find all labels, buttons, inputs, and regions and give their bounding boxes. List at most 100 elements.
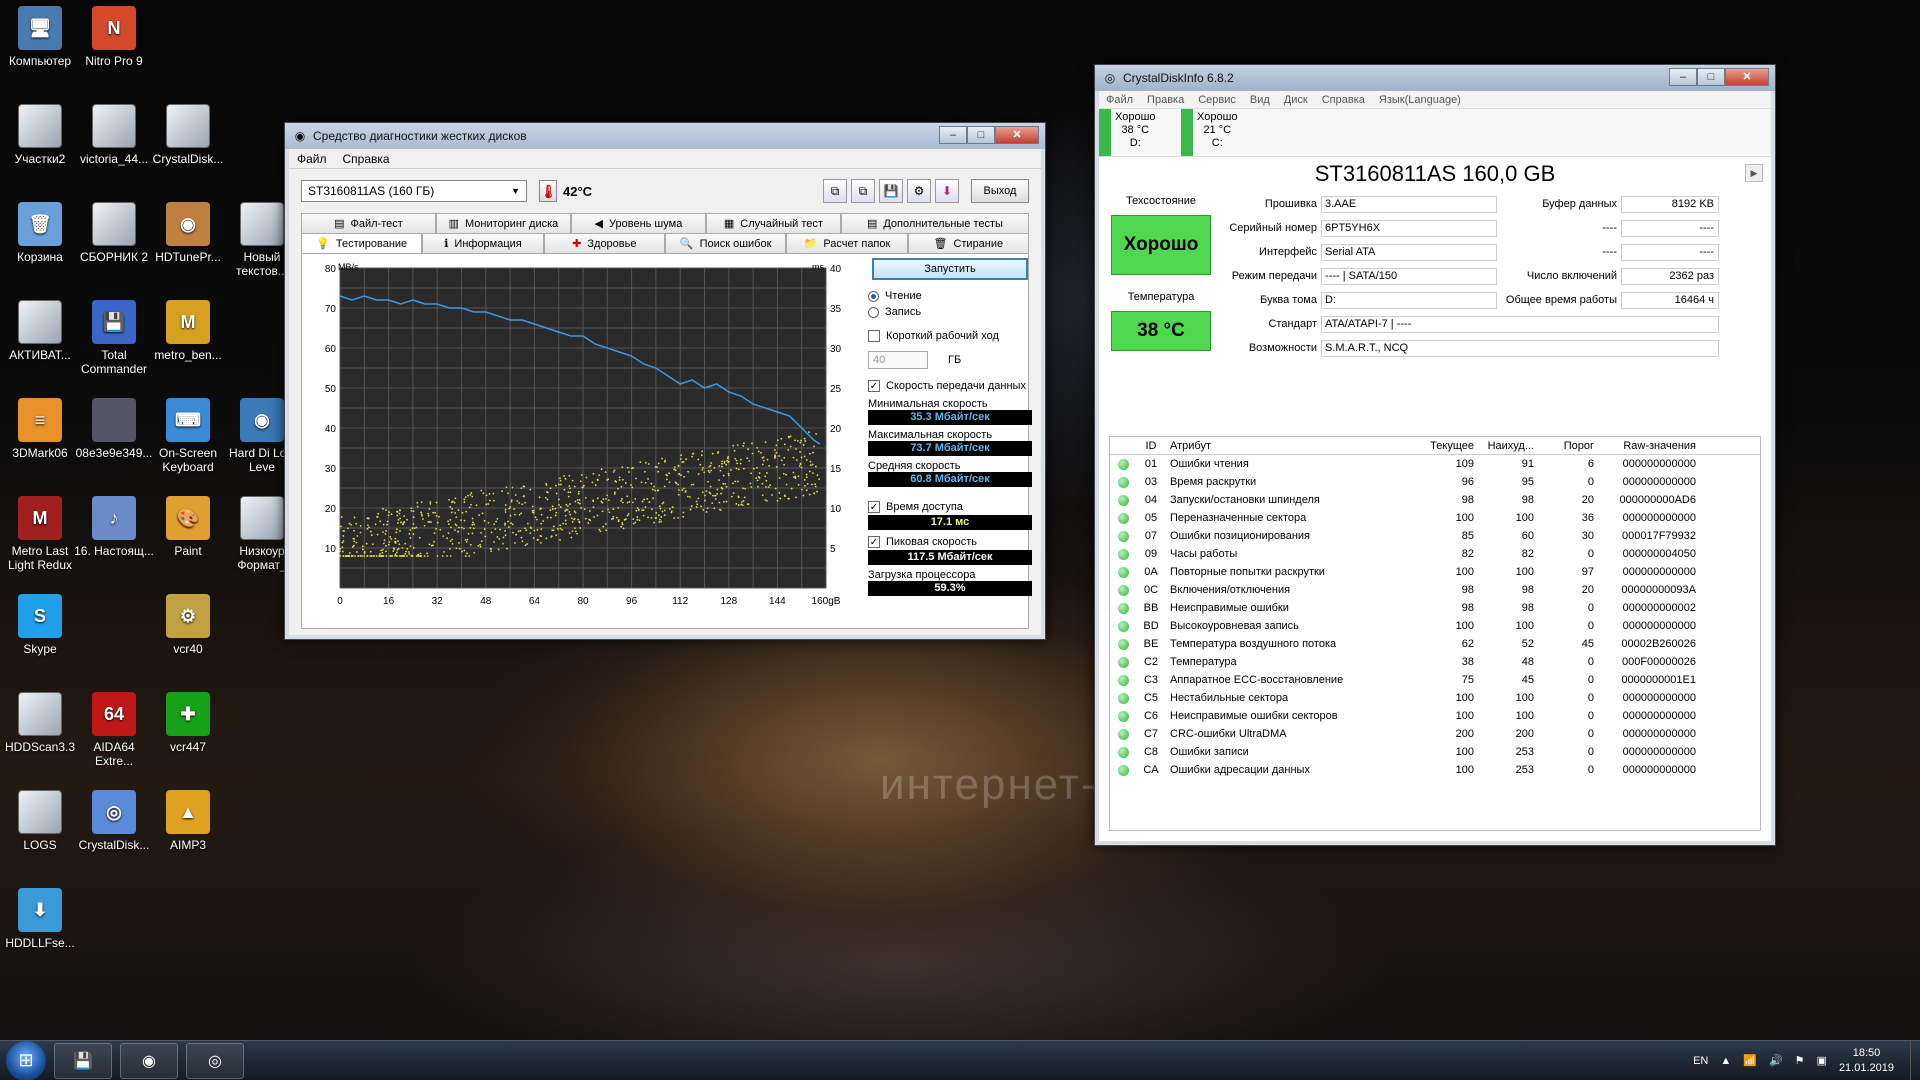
- desktop-icon[interactable]: 💾 Total Commander: [74, 300, 154, 376]
- column-header-threshold[interactable]: Порог: [1534, 440, 1594, 452]
- access-time-checkbox[interactable]: ✓: [868, 501, 880, 513]
- action-center-icon[interactable]: ⚑: [1795, 1054, 1805, 1067]
- short-stroke-checkbox[interactable]: [868, 330, 880, 342]
- table-row[interactable]: C3 Аппаратное ECC-восстановление 75 45 0 0000…: [1110, 671, 1760, 689]
- table-row[interactable]: CA Ошибки адресации данных 100 253 0 00000000…: [1110, 761, 1760, 779]
- table-row[interactable]: C6 Неисправимые ошибки секторов 100 100 0 000…: [1110, 707, 1760, 725]
- menu-file[interactable]: Файл: [289, 152, 335, 166]
- tab-extra-tests[interactable]: ▤ Дополнительные тесты: [840, 213, 1030, 233]
- drive-c[interactable]: Хорошо 21 °C C:: [1181, 109, 1263, 156]
- desktop-icon[interactable]: ♪ 16. Настоящ...: [74, 496, 154, 558]
- menu-language[interactable]: Язык(Language): [1372, 94, 1468, 106]
- exit-button[interactable]: Выход: [971, 179, 1029, 203]
- copy-info-icon[interactable]: ⧉: [823, 179, 847, 203]
- column-header-worst[interactable]: Наихуд...: [1474, 440, 1534, 452]
- tab-info[interactable]: ℹ Информация: [422, 233, 544, 253]
- health-status-button[interactable]: Хорошо: [1111, 215, 1211, 275]
- desktop-icon[interactable]: 🖥 Компьютер: [0, 6, 80, 68]
- table-row[interactable]: 04 Запуски/остановки шпинделя 98 98 20 000000…: [1110, 491, 1760, 509]
- taskbar-hdtune[interactable]: ◉: [120, 1042, 178, 1079]
- column-header-raw[interactable]: Raw-значения: [1594, 440, 1700, 452]
- desktop-icon[interactable]: ◎ CrystalDisk...: [74, 790, 154, 852]
- maximize-button[interactable]: □: [967, 126, 995, 144]
- tab-file-test[interactable]: ▤ Файл-тест: [301, 213, 436, 233]
- desktop-icon[interactable]: АКТИВАТ...: [0, 300, 80, 362]
- show-desktop-button[interactable]: [1910, 1040, 1920, 1080]
- menu-help[interactable]: Справка: [335, 152, 398, 166]
- tab-noise-level[interactable]: ◀ Уровень шума: [570, 213, 706, 233]
- desktop-icon[interactable]: 🗑 Корзина: [0, 202, 80, 264]
- desktop-icon[interactable]: ▲ AIMP3: [148, 790, 228, 852]
- menu-disk[interactable]: Диск: [1277, 94, 1315, 106]
- burst-rate-option[interactable]: ✓ Пиковая скорость: [868, 534, 1038, 550]
- tab-error-scan[interactable]: 🔍 Поиск ошибок: [664, 233, 787, 253]
- desktop-icon[interactable]: victoria_44...: [74, 104, 154, 166]
- menu-help[interactable]: Справка: [1315, 94, 1372, 106]
- close-button[interactable]: ✕: [995, 126, 1039, 144]
- table-row[interactable]: 0A Повторные попытки раскрутки 100 100 97 000…: [1110, 563, 1760, 581]
- desktop-icon[interactable]: ◉ HDTunePr...: [148, 202, 228, 264]
- desktop-icon[interactable]: HDDScan3.3: [0, 692, 80, 754]
- network-icon[interactable]: 📶: [1743, 1054, 1757, 1067]
- next-disk-icon[interactable]: ▶: [1745, 164, 1763, 182]
- table-row[interactable]: C8 Ошибки записи 100 253 0 000000000000: [1110, 743, 1760, 761]
- desktop-icon[interactable]: ⚙ vcr40: [148, 594, 228, 656]
- download-icon[interactable]: ⬇: [935, 179, 959, 203]
- table-row[interactable]: 03 Время раскрутки 96 95 0 000000000000: [1110, 473, 1760, 491]
- maximize-button[interactable]: □: [1697, 68, 1725, 86]
- language-indicator[interactable]: EN: [1693, 1055, 1708, 1067]
- tray-app-icon[interactable]: ▣: [1817, 1054, 1827, 1067]
- desktop-icon[interactable]: 🎨 Paint: [148, 496, 228, 558]
- tab-benchmark[interactable]: 💡 Тестирование: [301, 233, 423, 253]
- menu-service[interactable]: Сервис: [1191, 94, 1243, 106]
- start-button[interactable]: Запустить: [872, 258, 1028, 280]
- desktop-icon[interactable]: Mmetro_ben...: [148, 300, 228, 362]
- short-stroke-input[interactable]: 40: [868, 351, 928, 369]
- table-row[interactable]: 09 Часы работы 82 82 0 000000004050: [1110, 545, 1760, 563]
- desktop-icon[interactable]: СБОРНИК 2: [74, 202, 154, 264]
- taskbar-crystaldiskinfo[interactable]: ◎: [186, 1042, 244, 1079]
- options-icon[interactable]: ⚙: [907, 179, 931, 203]
- table-row[interactable]: C7 CRC-ошибки UltraDMA 200 200 0 000000000000: [1110, 725, 1760, 743]
- hdtune-titlebar[interactable]: ◉ Средство диагностики жестких дисков – …: [285, 123, 1045, 149]
- save-icon[interactable]: 💾: [879, 179, 903, 203]
- start-button[interactable]: ⊞: [6, 1040, 46, 1080]
- write-option[interactable]: Запись: [868, 304, 1038, 320]
- drive-d[interactable]: Хорошо 38 °C D:: [1099, 109, 1181, 156]
- desktop-icon[interactable]: Участки2: [0, 104, 80, 166]
- tab-disk-monitor[interactable]: ▥ Мониторинг диска: [435, 213, 571, 233]
- copy-screenshot-icon[interactable]: ⧉: [851, 179, 875, 203]
- volume-icon[interactable]: 🔊: [1769, 1054, 1783, 1067]
- tab-health[interactable]: ✚ Здоровье: [543, 233, 665, 253]
- desktop-icon[interactable]: 64 AIDA64 Extre...: [74, 692, 154, 768]
- clock[interactable]: 18:50 21.01.2019: [1839, 1046, 1894, 1076]
- taskbar-total-commander[interactable]: 💾: [54, 1042, 112, 1079]
- transfer-rate-option[interactable]: ✓ Скорость передачи данных: [868, 378, 1038, 394]
- burst-rate-checkbox[interactable]: ✓: [868, 536, 880, 548]
- table-row[interactable]: 07 Ошибки позиционирования 85 60 30 000017F79…: [1110, 527, 1760, 545]
- minimize-button[interactable]: –: [939, 126, 967, 144]
- cdi-titlebar[interactable]: ◎ CrystalDiskInfo 6.8.2 – □ ✕: [1095, 65, 1775, 91]
- read-option[interactable]: Чтение: [868, 288, 1038, 304]
- table-row[interactable]: 0C Включения/отключения 98 98 20 00000000093A: [1110, 581, 1760, 599]
- menu-view[interactable]: Вид: [1243, 94, 1277, 106]
- drive-select[interactable]: ST3160811AS (160 ГБ) ▼: [301, 180, 527, 202]
- tab-erase[interactable]: 🗑 Стирание: [907, 233, 1029, 253]
- show-hidden-icons[interactable]: ▲: [1720, 1055, 1731, 1067]
- temperature-status[interactable]: 38 °C: [1111, 311, 1211, 351]
- menu-edit[interactable]: Правка: [1140, 94, 1191, 106]
- tab-folder-usage[interactable]: 📁 Расчет папок: [786, 233, 908, 253]
- tab-random-access[interactable]: ▦ Случайный тест: [705, 213, 841, 233]
- desktop-icon[interactable]: M Metro Last Light Redux: [0, 496, 80, 572]
- table-row[interactable]: C5 Нестабильные сектора 100 100 0 00000000000…: [1110, 689, 1760, 707]
- desktop-icon[interactable]: ≡ 3DMark06: [0, 398, 80, 460]
- transfer-rate-checkbox[interactable]: ✓: [868, 380, 880, 392]
- short-stroke-option[interactable]: Короткий рабочий ход: [868, 328, 1038, 344]
- table-row[interactable]: 01 Ошибки чтения 109 91 6 000000000000: [1110, 455, 1760, 473]
- menu-file[interactable]: Файл: [1099, 94, 1140, 106]
- table-row[interactable]: 05 Переназначенные сектора 100 100 36 0000000…: [1110, 509, 1760, 527]
- desktop-icon[interactable]: S Skype: [0, 594, 80, 656]
- table-row[interactable]: C2 Температура 38 48 0 000F00000026: [1110, 653, 1760, 671]
- desktop-icon[interactable]: 08e3e9e349...: [74, 398, 154, 460]
- column-header-id[interactable]: ID: [1136, 440, 1166, 452]
